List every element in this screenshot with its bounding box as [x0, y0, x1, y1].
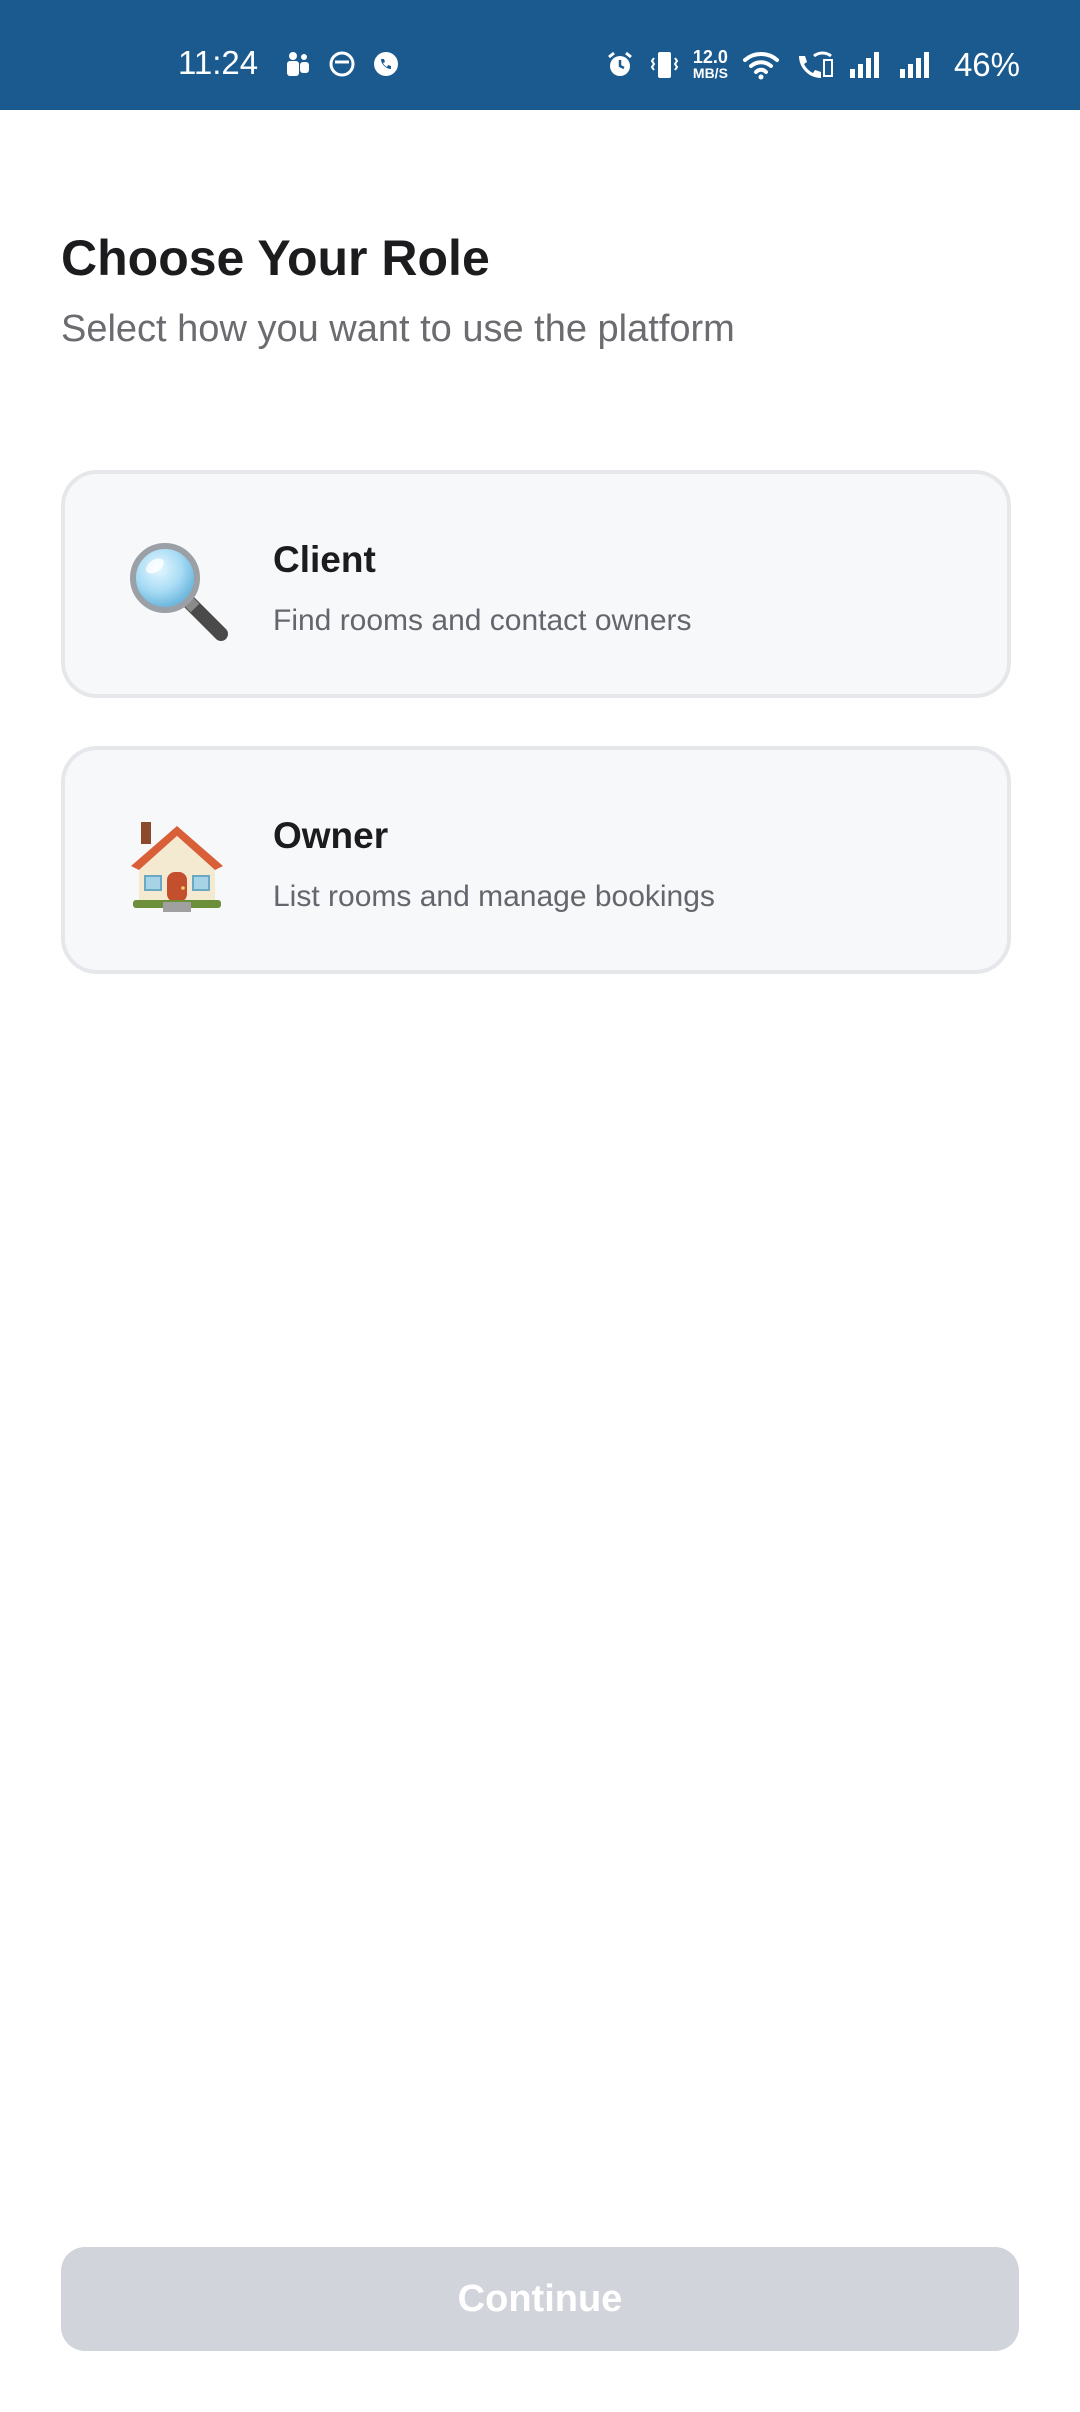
- network-speed: 12.0 MB/S: [693, 48, 728, 81]
- notification-icons: [284, 50, 400, 78]
- system-icons: 12.0 MB/S 46%: [605, 48, 1020, 81]
- role-card-client[interactable]: Client Find rooms and contact owners: [61, 470, 1011, 698]
- role-title-client: Client: [273, 539, 376, 580]
- vibrate-icon: [650, 51, 679, 78]
- role-description-client: Find rooms and contact owners: [273, 604, 692, 637]
- teams-icon: [287, 52, 309, 76]
- signal-icon: [849, 51, 879, 78]
- speed-value: 12.0: [692, 47, 728, 67]
- status-bar: 11:24 12.0 MB/S 46%: [0, 0, 1080, 110]
- house-icon: [131, 822, 223, 912]
- page-title: Choose Your Role: [61, 230, 490, 286]
- page-subtitle: Select how you want to use the platform: [61, 308, 735, 350]
- speed-unit: MB/S: [692, 65, 728, 81]
- phone-app-icon: [374, 52, 398, 76]
- continue-button[interactable]: Continue: [61, 2247, 1019, 2351]
- role-header: Choose Your Role Select how you want to …: [61, 228, 735, 352]
- role-card-owner[interactable]: Owner List rooms and manage bookings: [61, 746, 1011, 974]
- battery-percentage: 46%: [953, 46, 1020, 83]
- wifi-calling-icon: [798, 51, 833, 78]
- circle-app-icon: [329, 51, 355, 77]
- role-title-owner: Owner: [273, 815, 389, 856]
- magnifying-glass-icon: [130, 543, 228, 641]
- role-description-owner: List rooms and manage bookings: [273, 880, 715, 913]
- alarm-icon: [607, 51, 632, 76]
- signal-icon: [899, 51, 929, 78]
- wifi-icon: [742, 51, 779, 79]
- status-time: 11:24: [178, 44, 259, 81]
